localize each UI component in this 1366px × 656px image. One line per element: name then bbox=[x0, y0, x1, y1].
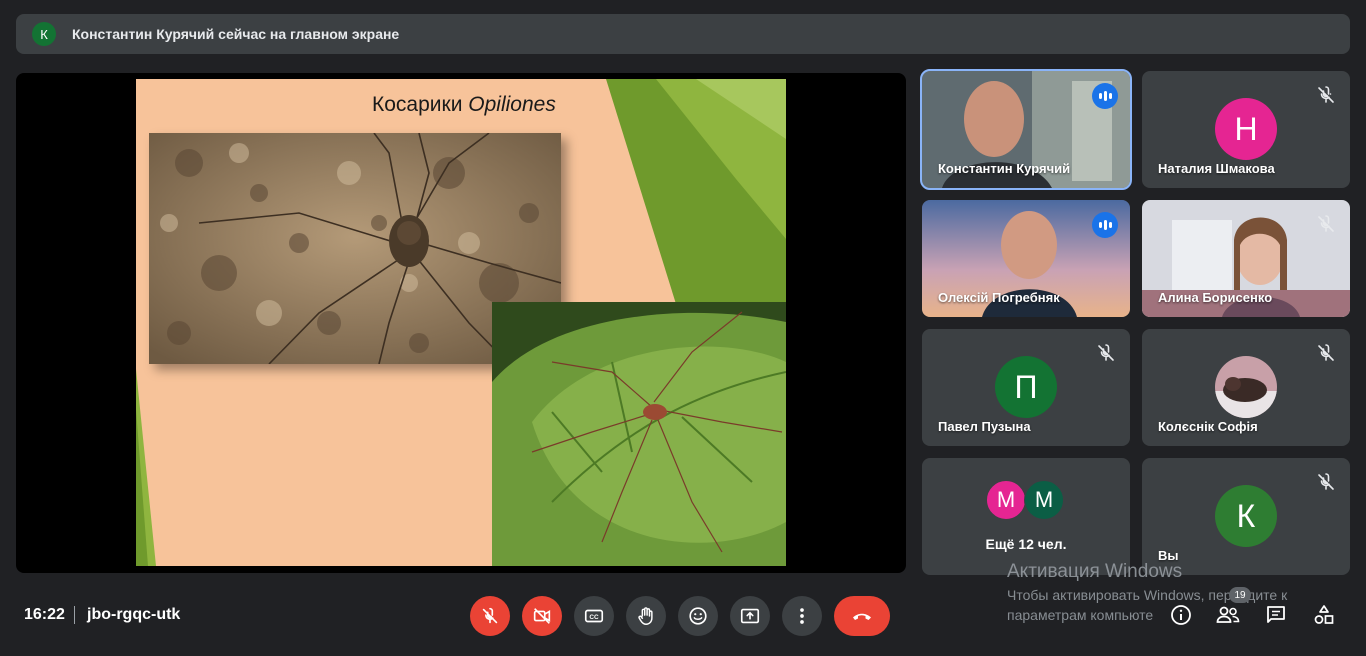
presentation-slide: Косарики Opiliones bbox=[136, 79, 786, 566]
captions-icon: CC bbox=[584, 609, 604, 623]
participant-avatar: М bbox=[986, 480, 1026, 520]
participant-name: Колєснік Софія bbox=[1158, 419, 1258, 434]
activities-button[interactable] bbox=[1311, 602, 1337, 628]
participant-tile-1[interactable]: Константин Курячий bbox=[920, 69, 1132, 190]
more-participants-avatars: М М bbox=[986, 480, 1064, 520]
main-stage[interactable]: Косарики Opiliones bbox=[16, 73, 906, 573]
participant-avatar: М bbox=[1024, 480, 1064, 520]
captions-button[interactable]: CC bbox=[574, 596, 614, 636]
participant-name: Константин Курячий bbox=[938, 161, 1071, 176]
info-icon bbox=[1171, 605, 1191, 625]
raise-hand-button[interactable] bbox=[626, 596, 666, 636]
meeting-code: jbo-rgqc-utk bbox=[87, 606, 181, 623]
participant-name: Наталия Шмакова bbox=[1158, 161, 1275, 176]
participant-avatar: П bbox=[995, 356, 1057, 418]
meeting-details-button[interactable] bbox=[1168, 602, 1194, 628]
participant-tile-2[interactable]: Н Наталия Шмакова bbox=[1142, 71, 1350, 188]
participant-photo-avatar bbox=[1215, 356, 1277, 418]
present-icon bbox=[740, 608, 760, 624]
svg-text:CC: CC bbox=[589, 614, 599, 621]
bottom-bar: 16:22 jbo-rgqc-utk CC bbox=[0, 586, 1366, 646]
participant-tile-3[interactable]: Олексій Погребняк bbox=[922, 200, 1130, 317]
presenting-banner-text: Константин Курячий сейчас на главном экр… bbox=[72, 26, 400, 42]
speaking-indicator-icon bbox=[1092, 212, 1118, 238]
windows-activation-title: Активация Windows bbox=[1007, 561, 1183, 582]
slide-title: Косарики Opiliones bbox=[372, 93, 556, 116]
divider bbox=[74, 606, 75, 624]
more-participants-tile[interactable]: М М Ещё 12 чел. bbox=[922, 458, 1130, 575]
people-button[interactable] bbox=[1215, 602, 1241, 628]
mic-off-icon bbox=[1098, 344, 1114, 361]
participant-tile-4[interactable]: Алина Борисенко bbox=[1142, 200, 1350, 317]
participant-avatar: К bbox=[1215, 485, 1277, 547]
people-icon bbox=[1216, 606, 1240, 623]
more-icon bbox=[800, 608, 804, 624]
mic-off-icon bbox=[482, 607, 498, 624]
presenter-avatar: К bbox=[32, 22, 56, 46]
participant-name: Алина Борисенко bbox=[1158, 290, 1273, 305]
participant-name: Павел Пузына bbox=[938, 419, 1031, 434]
emoji-icon bbox=[689, 607, 707, 625]
toggle-mic-button[interactable] bbox=[470, 596, 510, 636]
harvestman-photo-leaf bbox=[492, 302, 786, 566]
end-call-icon bbox=[853, 613, 871, 620]
participant-tile-6[interactable]: Колєснік Софія bbox=[1142, 329, 1350, 446]
participant-tile-5[interactable]: П Павел Пузына bbox=[922, 329, 1130, 446]
chat-icon bbox=[1267, 606, 1285, 623]
self-tile[interactable]: К Вы bbox=[1142, 458, 1350, 575]
mic-off-icon bbox=[1318, 86, 1334, 103]
mic-off-icon bbox=[1318, 344, 1334, 361]
end-call-button[interactable] bbox=[834, 596, 890, 636]
presenting-banner: К Константин Курячий сейчас на главном э… bbox=[16, 14, 1350, 54]
camera-off-icon bbox=[533, 608, 551, 624]
raise-hand-icon bbox=[638, 607, 653, 625]
emoji-reaction-button[interactable] bbox=[678, 596, 718, 636]
more-participants-label: Ещё 12 чел. bbox=[985, 536, 1067, 552]
chat-button[interactable] bbox=[1263, 602, 1289, 628]
participant-name: Олексій Погребняк bbox=[938, 290, 1060, 305]
present-screen-button[interactable] bbox=[730, 596, 770, 636]
participants-count-badge: 19 bbox=[1229, 587, 1251, 603]
more-options-button[interactable] bbox=[782, 596, 822, 636]
mic-off-icon bbox=[1318, 215, 1334, 232]
activities-icon bbox=[1314, 605, 1334, 624]
current-time: 16:22 bbox=[24, 606, 65, 623]
toggle-camera-button[interactable] bbox=[522, 596, 562, 636]
speaking-indicator-icon bbox=[1092, 83, 1118, 109]
mic-off-icon bbox=[1318, 473, 1334, 490]
participant-avatar: Н bbox=[1215, 98, 1277, 160]
